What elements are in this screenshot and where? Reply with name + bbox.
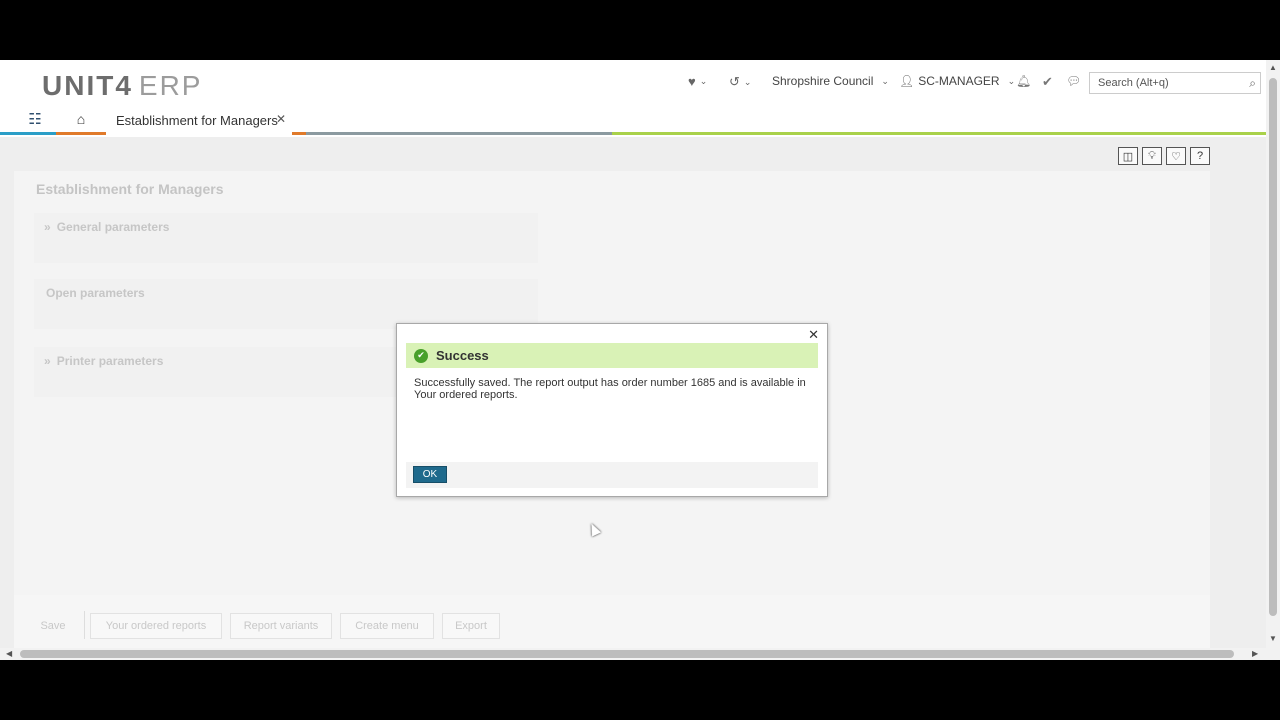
- section-label: Open parameters: [46, 286, 145, 300]
- search-placeholder: Search (Alt+q): [1098, 77, 1169, 89]
- vertical-scroll-thumb[interactable]: [1269, 78, 1277, 616]
- search-icon[interactable]: ⌕: [1249, 76, 1256, 91]
- company-name: Shropshire Council: [772, 74, 874, 88]
- page-toolbar: ◫ 💡︎ ♡ ?: [1118, 147, 1210, 165]
- section-label: General parameters: [56, 220, 170, 234]
- notifications-button[interactable]: 🔔︎: [1016, 74, 1031, 88]
- action-bar: Save Your ordered reports Report variant…: [14, 595, 1210, 649]
- messages-button[interactable]: 💬︎: [1066, 74, 1081, 88]
- history-menu[interactable]: ↺ ⌄: [729, 74, 751, 90]
- section-title: » General parameters: [44, 220, 169, 234]
- chevron-down-icon: ⌄: [881, 75, 889, 86]
- section-title: Open parameters: [46, 286, 145, 300]
- tab-bar: ☷ ⌂ Establishment for Managers ✕: [0, 105, 1266, 135]
- tab-label: Establishment for Managers: [116, 112, 278, 128]
- double-chevron-down-icon: »: [44, 354, 51, 368]
- chat-icon: 💬︎: [1066, 74, 1082, 88]
- user-icon: 👤︎: [899, 74, 915, 88]
- divider: [84, 611, 85, 639]
- favorites-menu[interactable]: ♥ ⌄: [688, 74, 707, 89]
- page-title: Establishment for Managers: [36, 181, 224, 197]
- section-title: » Printer parameters: [44, 354, 163, 368]
- chevron-down-icon: ⌄: [699, 76, 708, 86]
- favorite-heart-icon[interactable]: ♡: [1166, 147, 1186, 165]
- scroll-up-icon[interactable]: ▲: [1269, 63, 1277, 72]
- checkmark-icon: ✔: [1042, 74, 1053, 89]
- home-icon: ⌂: [76, 110, 86, 127]
- section-general-parameters[interactable]: » General parameters: [34, 213, 538, 263]
- scroll-down-icon[interactable]: ▼: [1269, 634, 1277, 643]
- success-check-icon: ✔: [414, 348, 428, 363]
- close-icon[interactable]: ✕: [276, 112, 286, 126]
- vertical-scrollbar[interactable]: ▲ ▼: [1266, 60, 1280, 660]
- lightbulb-icon[interactable]: 💡︎: [1142, 147, 1162, 165]
- chevron-down-icon: ⌄: [1007, 75, 1016, 86]
- close-icon[interactable]: ✕: [808, 327, 819, 343]
- history-icon: ↺: [729, 74, 740, 89]
- user-name: SC-MANAGER: [918, 74, 1000, 88]
- tab-establishment-for-managers[interactable]: Establishment for Managers ✕: [106, 105, 292, 135]
- ordered-reports-button[interactable]: Your ordered reports: [90, 613, 222, 639]
- help-icon[interactable]: ?: [1190, 147, 1210, 165]
- success-dialog: ✕ ✔ Success Successfully saved. The repo…: [396, 323, 828, 497]
- dialog-message: Successfully saved. The report output ha…: [414, 377, 806, 401]
- horizontal-scroll-thumb[interactable]: [20, 650, 1234, 658]
- heart-icon: ♥: [688, 74, 696, 89]
- report-variants-button[interactable]: Report variants: [230, 613, 332, 639]
- home-tab[interactable]: ⌂: [56, 105, 106, 135]
- horizontal-scrollbar[interactable]: ◀ ▶: [0, 648, 1266, 660]
- logo-erp-text: ERP: [138, 70, 203, 101]
- dialog-title: Success: [436, 348, 489, 363]
- tab-bar-accent-gray: [292, 132, 612, 135]
- double-chevron-down-icon: »: [44, 220, 51, 234]
- scroll-right-icon[interactable]: ▶: [1252, 649, 1258, 658]
- grid-list-icon: ☷: [28, 110, 42, 128]
- tab-bar-accent-green: [612, 132, 1266, 135]
- unit4-logo[interactable]: UNIT4 ERP: [42, 70, 202, 102]
- ok-button[interactable]: OK: [413, 466, 447, 483]
- tasks-button[interactable]: ✔: [1042, 74, 1053, 90]
- save-button[interactable]: Save: [34, 613, 72, 639]
- user-menu[interactable]: 👤︎ SC-MANAGER ⌄: [899, 74, 1015, 88]
- create-menu-button[interactable]: Create menu: [340, 613, 434, 639]
- section-open-parameters[interactable]: Open parameters: [34, 279, 538, 329]
- section-label: Printer parameters: [56, 354, 164, 368]
- dialog-header: ✔ Success: [406, 343, 818, 368]
- logo-unit-text: UNIT4: [42, 70, 133, 101]
- tab-bar-accent-orange: [292, 132, 306, 135]
- scroll-left-icon[interactable]: ◀: [6, 649, 12, 658]
- chevron-down-icon: ⌄: [743, 76, 752, 87]
- bell-icon: 🔔︎: [1016, 74, 1032, 88]
- columns-icon[interactable]: ◫: [1118, 147, 1138, 165]
- company-selector[interactable]: Shropshire Council ⌄: [772, 74, 889, 88]
- search-input[interactable]: Search (Alt+q) ⌕: [1089, 72, 1261, 94]
- app-window: UNIT4 ERP ♥ ⌄ ↺ ⌄ Shropshire Council ⌄ 👤︎…: [0, 60, 1280, 660]
- dialog-footer: OK: [406, 462, 818, 488]
- export-button[interactable]: Export: [442, 613, 500, 639]
